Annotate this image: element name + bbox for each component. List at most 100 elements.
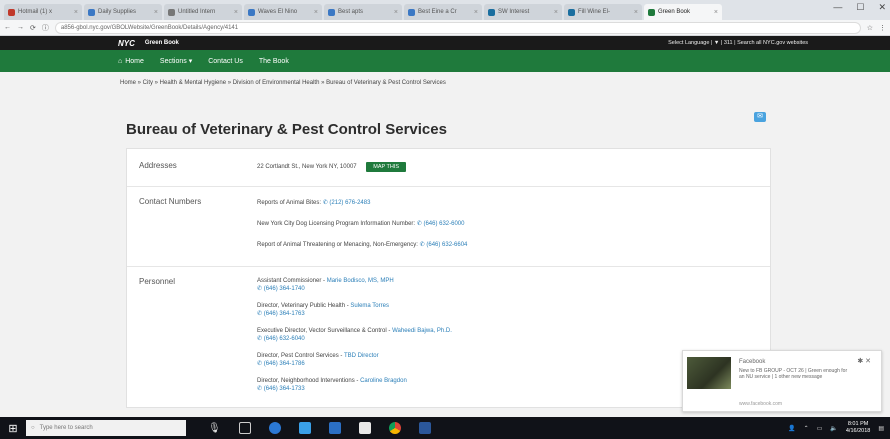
reload-icon[interactable]: ⟳ [30, 24, 36, 32]
personnel-item: Assistant Commissioner - Marie Bodisco, … [257, 277, 452, 293]
tab-close-icon[interactable]: × [234, 9, 238, 16]
tab-close-icon[interactable]: × [634, 9, 638, 16]
addresses-label: Addresses [139, 161, 177, 170]
nav-home[interactable]: ⌂ Home [118, 58, 144, 65]
browser-tab[interactable]: Daily Supplies × [84, 4, 162, 20]
notification-settings-icon[interactable]: ✱ ✕ [857, 357, 871, 365]
nav-sections[interactable]: Sections ▾ [160, 57, 192, 65]
browser-tab[interactable]: Green Book × [644, 4, 722, 20]
contact-phone-link[interactable]: (212) 676-2483 [329, 200, 370, 206]
personnel-title: Director, Neighborhood Interventions [257, 378, 355, 384]
tab-close-icon[interactable]: × [314, 9, 318, 16]
task-view-icon[interactable] [238, 422, 251, 434]
personnel-name-link[interactable]: TBD Director [344, 353, 379, 359]
personnel-phone-link[interactable]: (646) 364-1786 [264, 361, 305, 367]
nyc-logo[interactable]: NYC [118, 39, 135, 48]
personnel-phone-link[interactable]: (646) 364-1763 [264, 311, 305, 317]
personnel-name-link[interactable]: Marie Bodisco, MS, MPH [327, 278, 394, 284]
bookmark-icon[interactable]: ☆ [867, 24, 873, 32]
maximize-button[interactable]: ☐ [856, 2, 864, 13]
contacts-row: Contact Numbers Reports of Animal Bites:… [127, 187, 770, 267]
taskbar-search-placeholder: Type here to search [39, 425, 93, 431]
chevron-up-icon[interactable]: ⌃ [804, 425, 809, 432]
tab-label: Hotmail (1) x [18, 9, 53, 15]
taskbar-apps: 🎙 [208, 422, 431, 434]
contact-phone-link[interactable]: (646) 632-6000 [423, 221, 464, 227]
nyc-top-bar: NYC Green Book Select Language | ▼ | 311… [0, 36, 890, 50]
personnel-item: Director, Neighborhood Interventions - C… [257, 377, 452, 393]
details-card: Addresses 22 Cortlandt St., New York NY,… [126, 148, 771, 408]
clock-time: 8:01 PM [847, 421, 869, 427]
browser-tab[interactable]: Hotmail (1) x × [4, 4, 82, 20]
nav-book[interactable]: The Book [259, 58, 289, 65]
search-icon: ○ [31, 425, 35, 431]
back-icon[interactable]: ← [4, 24, 11, 31]
facebook-notification[interactable]: Facebook New to FB GROUP - OCT 26 | Gree… [682, 350, 882, 412]
volume-icon[interactable]: 🔈 [830, 425, 837, 432]
people-icon[interactable]: 👤 [788, 425, 795, 432]
browser-tab[interactable]: Waves El Nino × [244, 4, 322, 20]
chrome-icon[interactable] [388, 422, 401, 434]
url-input[interactable]: a856-gbol.nyc.gov/GBOLWebsite/GreenBook/… [54, 21, 861, 34]
tab-close-icon[interactable]: × [714, 9, 718, 16]
cortana-icon[interactable]: 🎙 [208, 423, 221, 434]
personnel-name-link[interactable]: Sulema Torres [350, 303, 389, 309]
clock[interactable]: 8:01 PM 4/16/2018 [846, 421, 870, 435]
personnel-body: Assistant Commissioner - Marie Bodisco, … [257, 277, 452, 402]
browser-tab[interactable]: SW Interest × [484, 4, 562, 20]
notification-title: Facebook [739, 359, 766, 365]
tab-favicon-icon [648, 8, 655, 16]
personnel-phone-link[interactable]: (646) 364-1733 [264, 386, 305, 392]
lock-icon: ⓘ [41, 24, 49, 32]
tab-close-icon[interactable]: × [474, 9, 478, 16]
store-icon[interactable] [298, 422, 311, 434]
phone-icon: ✆ [257, 336, 264, 342]
tab-close-icon[interactable]: × [154, 9, 158, 16]
personnel-phone-link[interactable]: (646) 364-1740 [264, 286, 305, 292]
edge-icon[interactable] [268, 422, 281, 434]
tab-close-icon[interactable]: × [74, 9, 78, 16]
notification-text: New to FB GROUP - OCT 26 | Green enough … [739, 368, 848, 380]
tab-favicon-icon [568, 8, 575, 16]
browser-tab[interactable]: Best Eine a Cr × [404, 4, 482, 20]
forward-icon[interactable]: → [17, 24, 24, 31]
contact-line: Report of Animal Threatening or Menacing… [257, 241, 467, 248]
minimize-button[interactable]: — [833, 2, 842, 13]
contact-phone-link[interactable]: (646) 632-6604 [426, 242, 467, 248]
photos-icon[interactable] [358, 422, 371, 434]
network-icon[interactable]: ▭ [817, 425, 823, 432]
browser-tab[interactable]: Fill Wine El- × [564, 4, 642, 20]
notification-url: www.facebook.com [739, 401, 783, 407]
word-icon[interactable] [418, 422, 431, 434]
phone-icon: ✆ [257, 361, 264, 367]
windows-start-icon[interactable]: ⊞ [0, 417, 26, 439]
email-share-button[interactable]: ✉ [754, 112, 766, 122]
menu-icon[interactable]: ⋮ [879, 24, 886, 32]
contact-label: Report of Animal Threatening or Menacing… [257, 242, 418, 248]
notification-center-icon[interactable]: ▤ [878, 425, 884, 432]
personnel-label: Personnel [139, 277, 176, 286]
nav-contact[interactable]: Contact Us [208, 58, 243, 65]
language-search-links[interactable]: Select Language | ▼ | 311 | Search all N… [668, 40, 808, 46]
personnel-item: Director, Pest Control Services - TBD Di… [257, 352, 452, 368]
tab-label: Fill Wine El- [578, 9, 611, 15]
contact-label: New York City Dog Licensing Program Info… [257, 221, 416, 227]
tab-close-icon[interactable]: × [554, 9, 558, 16]
mail-icon[interactable] [328, 422, 341, 434]
phone-icon: ✆ [257, 286, 264, 292]
personnel-name-link[interactable]: Waheedi Bajwa, Ph.D. [392, 328, 452, 334]
browser-tab[interactable]: Untitled Intern × [164, 4, 242, 20]
breadcrumb[interactable]: Home » City » Health & Mental Hygiene » … [120, 80, 446, 86]
site-name[interactable]: Green Book [145, 40, 179, 46]
personnel-phone-link[interactable]: (646) 632-6040 [264, 336, 305, 342]
browser-tab[interactable]: Best apts × [324, 4, 402, 20]
map-this-button[interactable]: MAP THIS [366, 162, 407, 172]
tab-close-icon[interactable]: × [394, 9, 398, 16]
address-bar: ← → ⟳ ⓘ a856-gbol.nyc.gov/GBOLWebsite/Gr… [0, 20, 890, 36]
personnel-name-link[interactable]: Caroline Bragdon [360, 378, 407, 384]
taskbar-search[interactable]: ○ Type here to search [26, 420, 186, 436]
personnel-item: Executive Director, Vector Surveillance … [257, 327, 452, 343]
contact-line: New York City Dog Licensing Program Info… [257, 220, 467, 227]
tab-label: Daily Supplies [98, 9, 137, 15]
close-button[interactable]: ✕ [878, 2, 886, 13]
